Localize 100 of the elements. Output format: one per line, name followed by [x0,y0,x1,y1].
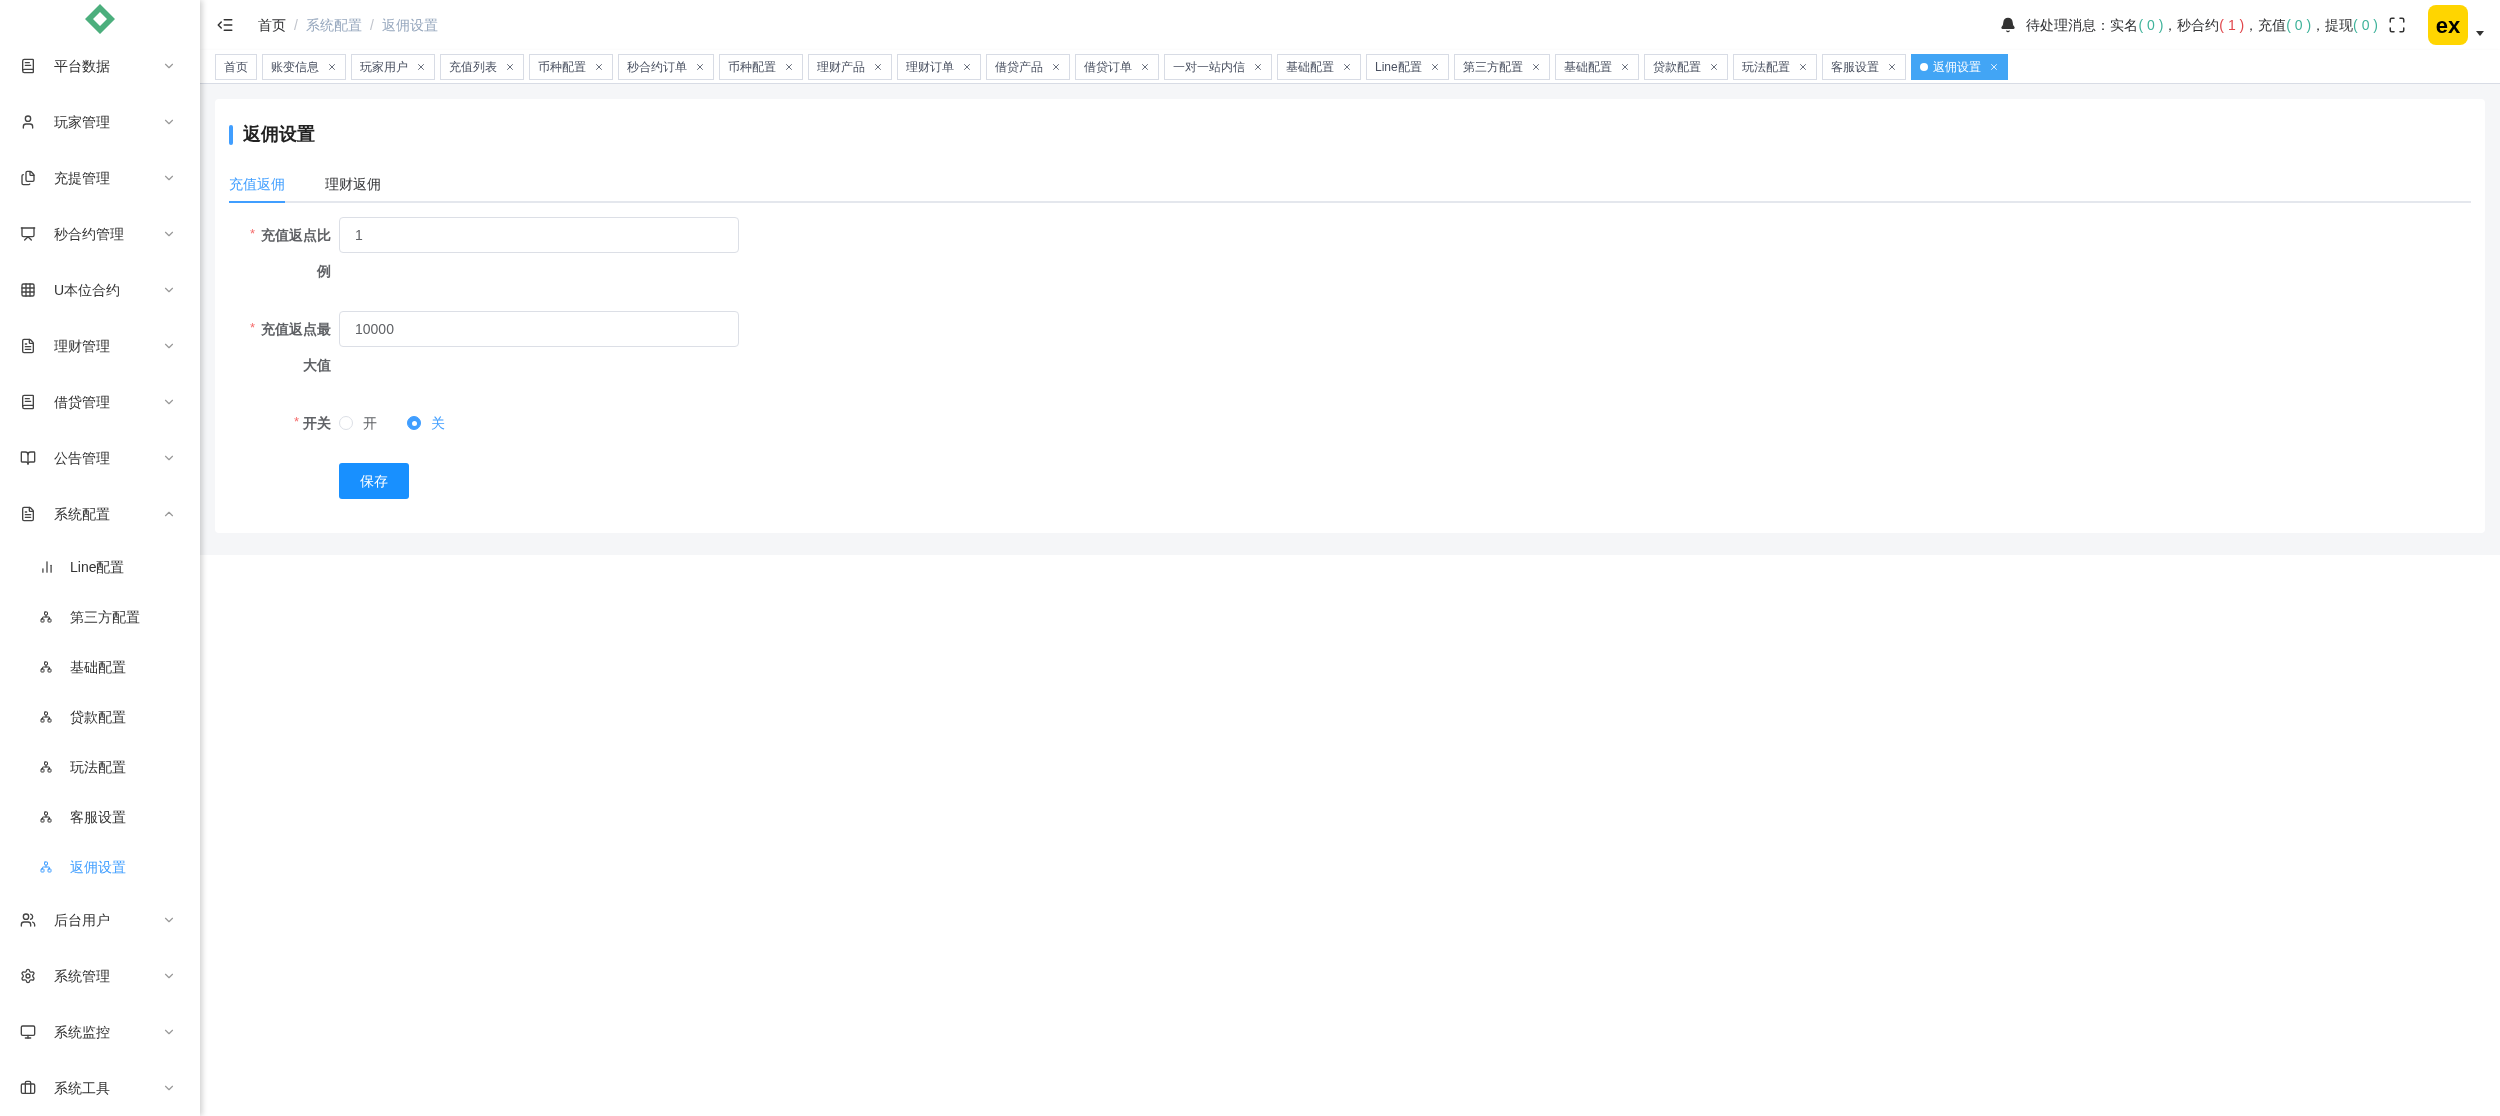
breadcrumb-separator: / [294,15,298,35]
page-tab[interactable]: 首页 [215,53,257,80]
menu-item[interactable]: 后台用户 [0,892,200,948]
close-icon[interactable] [1429,61,1440,72]
document-icon [20,506,36,522]
submenu-item[interactable]: 玩法配置 [0,742,200,792]
notification-count[interactable]: ( 1 ) [2219,14,2245,36]
menu-item[interactable]: 秒合约管理 [0,206,200,262]
input-field[interactable]: 1 [339,217,739,253]
notification-label: ，秒合约 [2163,15,2220,35]
close-icon[interactable] [1797,61,1808,72]
page-tab[interactable]: 借贷订单 [1075,53,1159,80]
notification-label: ，充值 [2244,15,2287,35]
close-icon[interactable] [1530,61,1541,72]
menu-item[interactable]: 公告管理 [0,430,200,486]
open-book-icon [20,450,36,466]
breadcrumb-separator: / [369,15,374,35]
close-icon[interactable] [784,61,794,72]
grid-icon [20,282,36,298]
page-tab[interactable]: Line配置 [1366,53,1449,80]
book-icon [20,394,36,410]
page-tab[interactable]: 玩家用户 [351,53,435,80]
field-label: 充值返点比例 [260,226,331,281]
close-icon[interactable] [1886,61,1897,72]
book-icon [20,58,36,74]
page-tab[interactable]: 币种配置 [719,53,803,80]
form-tab[interactable]: 理财返佣 [325,174,381,203]
close-icon[interactable] [1342,61,1352,72]
page-tab[interactable]: 玩法配置 [1732,53,1817,80]
files-icon [20,170,36,186]
menu-item[interactable]: 系统配置 [0,486,200,542]
tree-icon [40,661,52,673]
notification-title: 待处理消息： [2026,15,2111,35]
briefcase-icon [20,1080,36,1096]
menu-item[interactable]: 充提管理 [0,150,200,206]
tree-icon [40,711,52,723]
close-icon[interactable] [1619,61,1630,72]
field-label: 开关 [303,414,331,433]
submenu-item[interactable]: Line配置 [0,542,200,592]
menu-item[interactable]: 系统监控 [0,1004,200,1060]
page-tab[interactable]: 客服设置 [1821,53,1906,80]
bar-chart-icon [40,560,54,574]
close-icon[interactable] [505,61,515,72]
caret-icon[interactable] [2476,31,2484,37]
tree-icon [40,811,52,823]
close-icon[interactable] [1140,61,1150,72]
avatar-logo[interactable]: ex [2428,5,2468,45]
menu-item[interactable]: 玩家管理 [0,94,200,150]
page-tab[interactable]: 理财产品 [808,53,892,80]
page-tab[interactable]: 账变信息 [262,53,346,80]
tree-icon [40,861,52,873]
close-icon[interactable] [594,61,604,72]
page-tab[interactable]: 理财订单 [897,53,981,80]
users-icon [20,912,36,928]
bell-icon[interactable] [2000,17,2017,33]
submenu-item[interactable]: 基础配置 [0,642,200,692]
menu-item[interactable]: 理财管理 [0,318,200,374]
close-icon[interactable] [695,61,705,72]
close-icon[interactable] [962,61,972,72]
menu-item[interactable]: 系统工具 [0,1060,200,1116]
close-icon[interactable] [873,61,883,72]
close-icon[interactable] [327,61,337,72]
page-tab[interactable]: 币种配置 [529,53,613,80]
close-icon[interactable] [1253,61,1263,72]
breadcrumb-item: 返佣设置 [381,15,438,35]
submenu-item[interactable]: 贷款配置 [0,692,200,742]
notification-label: 实名 [2110,15,2139,35]
menu-item[interactable]: 平台数据 [0,38,200,94]
tree-icon [40,761,52,773]
page-tab[interactable]: 秒合约订单 [618,53,714,80]
page-tab[interactable]: 一对一站内信 [1164,53,1272,80]
breadcrumb-item[interactable]: 首页 [258,14,286,36]
required-mark: * [249,225,255,243]
document-icon [20,338,36,354]
menu-item[interactable]: 系统管理 [0,948,200,1004]
close-icon[interactable] [1051,61,1061,72]
page-tab[interactable]: 基础配置 [1277,53,1361,80]
menu-item[interactable]: 借贷管理 [0,374,200,430]
required-mark: * [249,319,255,337]
required-mark: * [293,413,299,431]
submenu-item[interactable]: 第三方配置 [0,592,200,642]
menu-icon[interactable] [216,16,234,34]
tree-icon [40,611,52,623]
page-tab[interactable]: 贷款配置 [1643,53,1728,80]
fullscreen-icon[interactable] [2388,16,2406,34]
radio-button[interactable] [407,416,421,430]
page-tab[interactable]: 基础配置 [1554,53,1639,80]
menu-item[interactable]: U本位合约 [0,262,200,318]
page-tab[interactable]: 充值列表 [440,53,524,80]
radio-option[interactable]: 开 [339,412,377,434]
page-tab[interactable]: 第三方配置 [1453,53,1550,80]
close-icon[interactable] [416,61,426,72]
card-title: 返佣设置 [243,123,315,146]
title-accent-bar [229,124,233,145]
submenu-item[interactable]: 客服设置 [0,792,200,842]
page-tab[interactable]: 借贷产品 [986,53,1070,80]
input-field[interactable]: 10000 [339,311,739,347]
notification-label: ，提现 [2311,15,2354,35]
close-icon[interactable] [1708,61,1719,72]
logo-icon [83,2,117,36]
